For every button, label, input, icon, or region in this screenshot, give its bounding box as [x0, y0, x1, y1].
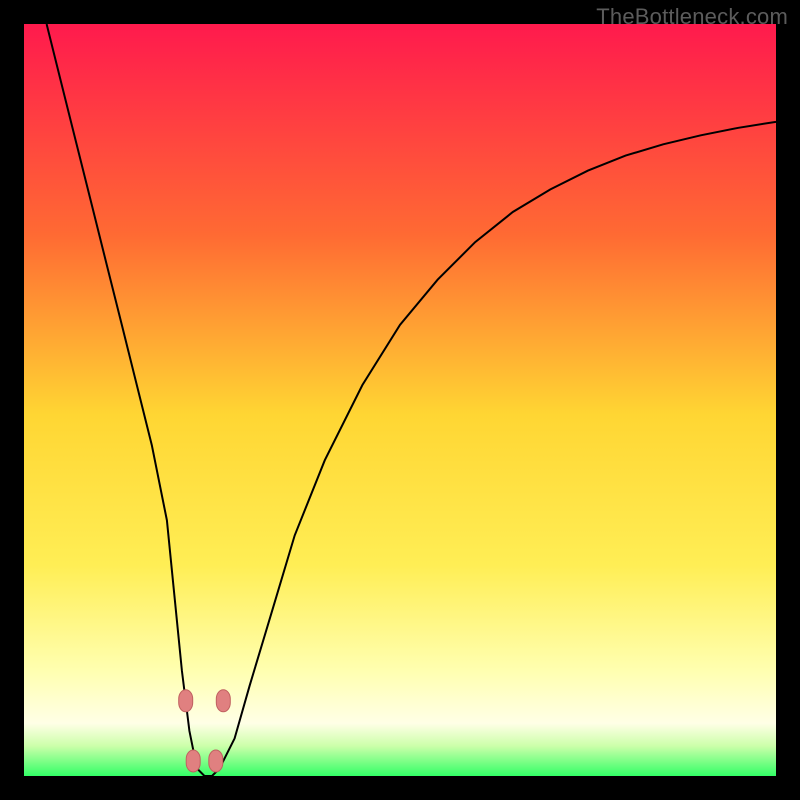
curve-marker — [209, 750, 223, 772]
curve-marker — [179, 690, 193, 712]
curve-marker — [216, 690, 230, 712]
bottleneck-chart — [24, 24, 776, 776]
chart-frame — [24, 24, 776, 776]
curve-marker — [186, 750, 200, 772]
watermark-text: TheBottleneck.com — [596, 4, 788, 30]
gradient-background — [24, 24, 776, 776]
